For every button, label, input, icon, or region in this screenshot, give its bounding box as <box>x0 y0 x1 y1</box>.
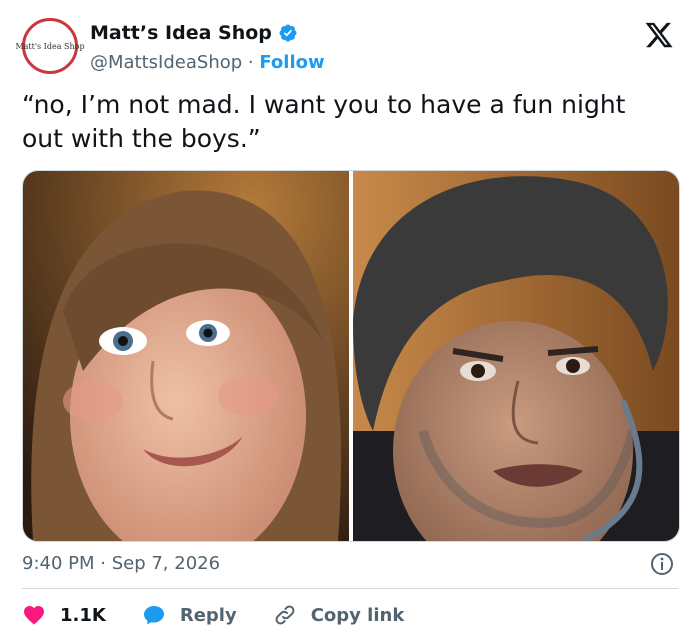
copy-link-label: Copy link <box>310 604 405 626</box>
tweet-header: Matt's Idea Shop Matt’s Idea Shop @Matts… <box>15 18 680 78</box>
avatar-text: Matt's Idea Shop <box>15 41 85 51</box>
handle-row: @MattsIdeaShop · Follow <box>90 50 325 76</box>
info-icon[interactable] <box>650 552 674 576</box>
media-grid[interactable] <box>22 170 680 542</box>
woman-smiling-photo[interactable] <box>23 171 349 541</box>
author-info: Matt’s Idea Shop @MattsIdeaShop · Follow <box>90 20 325 76</box>
display-name[interactable]: Matt’s Idea Shop <box>90 20 272 46</box>
copy-link-button[interactable]: Copy link <box>273 603 405 627</box>
divider <box>22 588 678 589</box>
follow-button[interactable]: Follow <box>259 52 324 73</box>
like-count: 1.1K <box>60 604 106 626</box>
like-button[interactable]: 1.1K <box>22 603 106 627</box>
action-bar: 1.1K Reply Copy link <box>22 600 440 630</box>
reply-button[interactable]: Reply <box>142 603 237 627</box>
heart-icon <box>24 606 44 625</box>
link-icon <box>275 605 295 625</box>
reply-label: Reply <box>179 604 237 626</box>
man-intense-look-photo[interactable] <box>353 171 679 541</box>
verified-badge-icon <box>279 24 297 42</box>
tweet-text: “no, I’m not mad. I want you to have a f… <box>22 90 626 153</box>
separator: · <box>242 52 260 73</box>
avatar[interactable]: Matt's Idea Shop <box>15 18 85 74</box>
handle[interactable]: @MattsIdeaShop <box>90 52 242 73</box>
speech-bubble-icon <box>143 606 164 625</box>
tweet-timestamp[interactable]: 9:40 PM · Sep 7, 2026 <box>22 552 220 576</box>
x-logo-icon[interactable] <box>644 20 674 50</box>
display-name-row[interactable]: Matt’s Idea Shop <box>90 20 325 46</box>
